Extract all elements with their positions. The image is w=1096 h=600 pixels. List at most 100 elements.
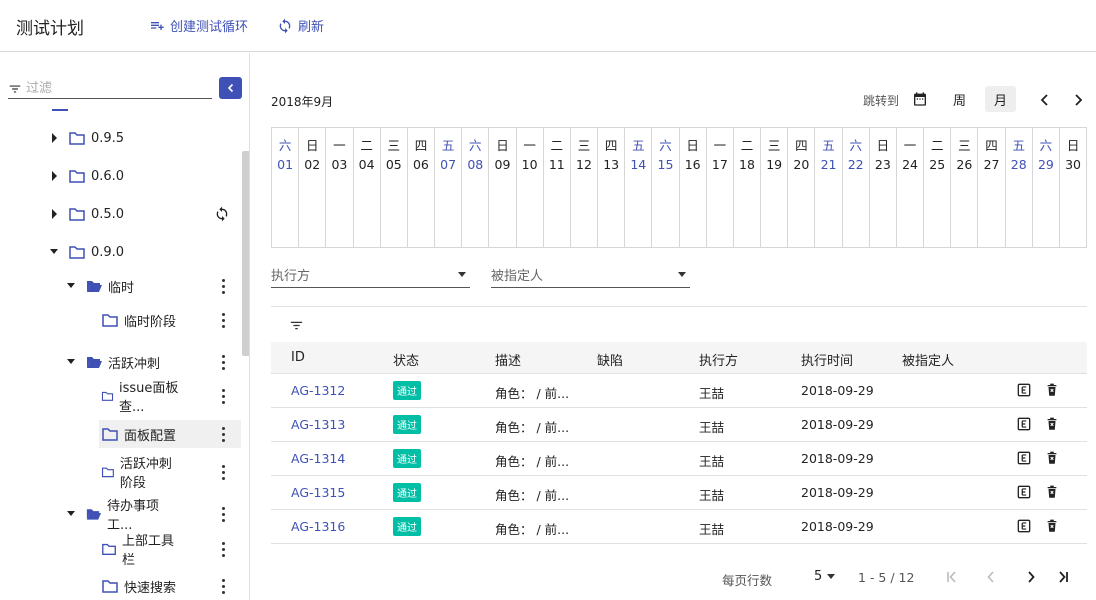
table-row[interactable]: AG-1313 通过 角色： / 前... 王喆 2018-09-29 <box>271 408 1087 442</box>
chevron-right-icon[interactable] <box>1071 92 1085 108</box>
calendar-day[interactable]: 二 11 <box>544 128 571 247</box>
more-options-icon[interactable] <box>218 540 228 558</box>
caret-right-icon[interactable] <box>50 133 60 143</box>
edit-execution-icon[interactable] <box>1017 519 1031 533</box>
calendar-day[interactable]: 二 25 <box>924 128 952 247</box>
previous-page-icon[interactable] <box>984 569 998 585</box>
tree-item[interactable]: 待办事项工... <box>67 499 180 533</box>
calendar-day[interactable]: 日 09 <box>489 128 517 247</box>
table-row[interactable]: AG-1312 通过 角色： / 前... 王喆 2018-09-29 <box>271 374 1087 408</box>
column-header[interactable]: 执行时间 <box>801 350 853 369</box>
calendar-day[interactable]: 一 17 <box>707 128 734 247</box>
execution-id-link[interactable]: AG-1312 <box>291 383 345 398</box>
calendar-day[interactable]: 二 18 <box>734 128 762 247</box>
calendar-icon[interactable] <box>912 91 928 107</box>
last-page-icon[interactable] <box>1056 569 1070 585</box>
calendar-day[interactable]: 六 22 <box>843 128 870 247</box>
execution-id-link[interactable]: AG-1315 <box>291 485 345 500</box>
caret-down-icon[interactable] <box>67 509 77 519</box>
calendar-day[interactable]: 日 16 <box>680 128 707 247</box>
more-options-icon[interactable] <box>218 387 228 405</box>
table-row[interactable]: AG-1315 通过 角色： / 前... 王喆 2018-09-29 <box>271 476 1087 510</box>
create-test-cycle-button[interactable]: 创建测试循环 <box>149 16 248 35</box>
caret-down-icon[interactable] <box>67 281 77 291</box>
calendar-day[interactable]: 三 12 <box>571 128 599 247</box>
more-options-icon[interactable] <box>218 505 228 523</box>
more-options-icon[interactable] <box>218 463 228 481</box>
tree-filter-input[interactable] <box>26 81 206 96</box>
more-options-icon[interactable] <box>218 353 228 371</box>
tree-item[interactable]: 临时 <box>67 272 180 300</box>
calendar-day[interactable]: 四 13 <box>598 128 626 247</box>
tree-item[interactable]: 0.5.0 <box>50 200 180 228</box>
tree-item[interactable]: 活跃冲刺 <box>67 348 180 376</box>
delete-icon[interactable] <box>1045 485 1059 499</box>
tree-item[interactable]: issue面板查... <box>101 381 180 415</box>
executor-select[interactable]: 执行方 <box>271 262 470 288</box>
tree-item[interactable]: 快速搜索 <box>101 572 180 600</box>
calendar-day[interactable]: 四 20 <box>788 128 816 247</box>
edit-execution-icon[interactable] <box>1017 451 1031 465</box>
calendar-day[interactable]: 一 24 <box>897 128 925 247</box>
calendar-day[interactable]: 六 15 <box>652 128 680 247</box>
calendar-day[interactable]: 六 08 <box>462 128 490 247</box>
edit-execution-icon[interactable] <box>1017 485 1031 499</box>
column-header[interactable]: 状态 <box>393 350 419 369</box>
calendar-day[interactable]: 六 01 <box>272 128 300 247</box>
calendar-day[interactable]: 日 23 <box>870 128 897 247</box>
calendar-day[interactable]: 六 29 <box>1033 128 1060 247</box>
calendar-day[interactable]: 五 21 <box>815 128 843 247</box>
tree-item[interactable]: 活跃冲刺阶段 <box>101 457 180 491</box>
calendar-day[interactable]: 四 27 <box>978 128 1006 247</box>
calendar-day[interactable]: 二 04 <box>354 128 381 247</box>
tree-item[interactable]: 0.9.5 <box>50 124 180 152</box>
calendar-day[interactable]: 四 06 <box>408 128 436 247</box>
delete-icon[interactable] <box>1045 383 1059 397</box>
more-options-icon[interactable] <box>218 425 228 443</box>
chevron-left-icon[interactable] <box>1038 92 1052 108</box>
caret-right-icon[interactable] <box>50 209 60 219</box>
column-header[interactable]: 缺陷 <box>597 350 623 369</box>
tree-item[interactable]: 0.6.0 <box>50 162 180 190</box>
more-options-icon[interactable] <box>218 577 228 595</box>
calendar-day[interactable]: 五 14 <box>625 128 653 247</box>
more-options-icon[interactable] <box>218 311 228 329</box>
first-page-icon[interactable] <box>945 569 959 585</box>
table-row[interactable]: AG-1314 通过 角色： / 前... 王喆 2018-09-29 <box>271 442 1087 476</box>
tree-item[interactable]: 临时阶段 <box>101 306 180 334</box>
next-page-icon[interactable] <box>1024 569 1038 585</box>
month-view-button[interactable]: 月 <box>985 86 1016 112</box>
assignee-select[interactable]: 被指定人 <box>491 262 690 288</box>
more-options-icon[interactable] <box>218 277 228 295</box>
table-row[interactable]: AG-1316 通过 角色： / 前... 王喆 2018-09-29 <box>271 510 1087 544</box>
calendar-day[interactable]: 五 28 <box>1006 128 1033 247</box>
refresh-button[interactable]: 刷新 <box>277 16 324 35</box>
calendar-day[interactable]: 日 02 <box>299 128 327 247</box>
calendar-day[interactable]: 三 26 <box>951 128 979 247</box>
sidebar-scrollbar[interactable] <box>242 151 249 356</box>
collapse-sidebar-button[interactable] <box>219 77 242 99</box>
tree-item[interactable]: 0.9.0 <box>50 238 180 266</box>
column-header[interactable]: 描述 <box>495 350 521 369</box>
delete-icon[interactable] <box>1045 519 1059 533</box>
rows-per-page-select[interactable]: 5 <box>814 569 836 584</box>
execution-id-link[interactable]: AG-1314 <box>291 451 345 466</box>
calendar-day[interactable]: 一 10 <box>517 128 544 247</box>
tree-item[interactable]: 上部工具栏 <box>101 534 180 568</box>
calendar-day[interactable]: 三 19 <box>761 128 789 247</box>
execution-id-link[interactable]: AG-1316 <box>291 519 345 534</box>
column-header[interactable]: ID <box>291 350 305 365</box>
caret-down-icon[interactable] <box>67 357 77 367</box>
calendar-day[interactable]: 一 03 <box>326 128 354 247</box>
calendar-day[interactable]: 三 05 <box>381 128 408 247</box>
column-header[interactable]: 执行方 <box>699 350 738 369</box>
table-filter-icon[interactable] <box>289 318 304 333</box>
sync-icon[interactable] <box>214 206 230 222</box>
caret-right-icon[interactable] <box>50 171 60 181</box>
delete-icon[interactable] <box>1045 451 1059 465</box>
delete-icon[interactable] <box>1045 417 1059 431</box>
caret-down-icon[interactable] <box>50 247 60 257</box>
week-view-button[interactable]: 周 <box>944 86 975 112</box>
execution-id-link[interactable]: AG-1313 <box>291 417 345 432</box>
edit-execution-icon[interactable] <box>1017 417 1031 431</box>
